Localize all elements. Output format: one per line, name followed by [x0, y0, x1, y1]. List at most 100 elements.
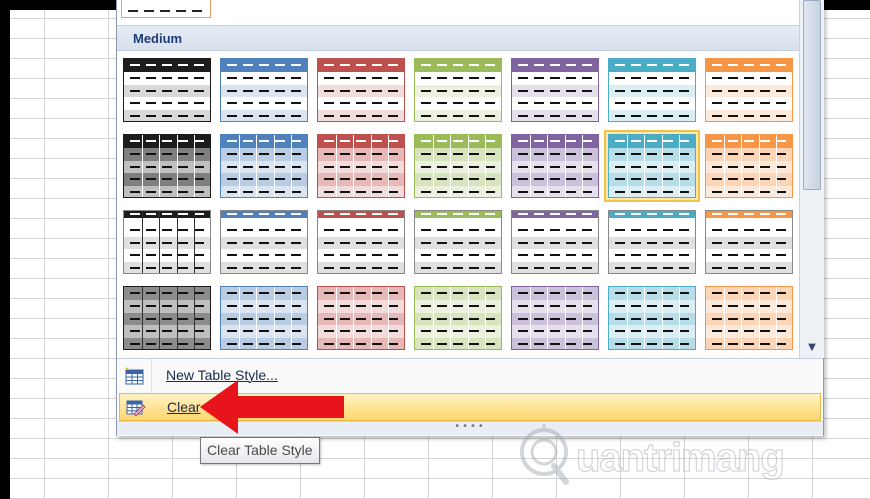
- table-style-green-3[interactable]: [414, 210, 502, 274]
- table-style-green-4[interactable]: [414, 286, 502, 350]
- table-style-orange-4[interactable]: [705, 286, 793, 350]
- table-style-blue-4[interactable]: [220, 286, 308, 350]
- swatch-dash: [776, 343, 786, 346]
- swatch-column-line: [159, 211, 161, 273]
- swatch-dash: [615, 228, 625, 231]
- table-style-orange-3[interactable]: [705, 210, 793, 274]
- table-style-black-2[interactable]: [123, 134, 211, 198]
- swatch-row: [512, 160, 598, 174]
- swatch-dash: [453, 267, 463, 270]
- swatch-dash: [162, 64, 172, 66]
- swatch-dash: [760, 89, 770, 92]
- swatch-dash: [130, 241, 140, 244]
- swatch-dash: [421, 152, 431, 155]
- table-style-green-2[interactable]: [414, 134, 502, 198]
- table-style-black-4[interactable]: [123, 286, 211, 350]
- scroll-thumb[interactable]: [803, 0, 821, 190]
- swatch-dash: [421, 241, 431, 244]
- swatch-column-line: [564, 287, 566, 349]
- swatch-row: [221, 84, 307, 98]
- swatch-dash: [566, 102, 576, 105]
- swatch-dash: [421, 267, 431, 270]
- swatch-dash: [259, 228, 269, 231]
- table-style-red-4[interactable]: [317, 286, 405, 350]
- swatch-dash: [485, 330, 495, 333]
- swatch-dash: [178, 343, 188, 346]
- swatch-dash: [324, 343, 334, 346]
- table-style-aqua-1[interactable]: [608, 58, 696, 122]
- scroll-down-arrow-icon[interactable]: ▼: [804, 342, 820, 354]
- swatch-dash: [534, 292, 544, 294]
- swatch-dash: [437, 304, 447, 307]
- table-style-orange-1[interactable]: [705, 58, 793, 122]
- gallery-scrollbar[interactable]: ▼: [799, 0, 824, 358]
- swatch-dash: [372, 317, 382, 320]
- table-style-purple-1[interactable]: [511, 58, 599, 122]
- table-style-purple-4[interactable]: [511, 286, 599, 350]
- swatch-row: [706, 160, 792, 174]
- swatch-dash: [582, 76, 592, 79]
- swatch-dash: [712, 330, 722, 333]
- swatch-row: [318, 147, 404, 161]
- swatch-dash: [550, 115, 560, 118]
- swatch-dash: [194, 343, 204, 346]
- table-style-purple-3[interactable]: [511, 210, 599, 274]
- swatch-dash: [582, 152, 592, 155]
- swatch-column-line: [723, 287, 725, 349]
- swatch-dash: [227, 343, 237, 346]
- swatch-dash: [421, 304, 431, 307]
- table-style-black-1[interactable]: [123, 58, 211, 122]
- swatch-column-line: [432, 135, 434, 197]
- swatch-dash: [485, 102, 495, 105]
- swatch-dash: [388, 330, 398, 333]
- swatch-dash: [679, 317, 689, 320]
- table-style-black-3[interactable]: [123, 210, 211, 274]
- swatch-dash: [744, 76, 754, 79]
- table-style-orange-2[interactable]: [705, 134, 793, 198]
- table-style-blue-2[interactable]: [220, 134, 308, 198]
- table-style-red-2[interactable]: [317, 134, 405, 198]
- swatch-row: [609, 186, 695, 197]
- table-style-red-3[interactable]: [317, 210, 405, 274]
- swatch-dash: [679, 254, 689, 257]
- swatch-dash: [776, 140, 786, 142]
- swatch-dash: [534, 152, 544, 155]
- swatch-dash: [162, 330, 172, 333]
- swatch-dash: [356, 140, 366, 142]
- swatch-dash: [582, 228, 592, 231]
- swatch-dash: [760, 228, 770, 231]
- swatch-dash: [340, 165, 350, 168]
- swatch-dash: [550, 213, 560, 215]
- swatch-dash: [275, 76, 285, 79]
- table-style-blue-1[interactable]: [220, 58, 308, 122]
- swatch-dash: [243, 292, 253, 294]
- swatch-dash: [178, 228, 188, 231]
- swatch-dash: [728, 254, 738, 257]
- swatch-dash: [647, 317, 657, 320]
- swatch-dash: [259, 304, 269, 307]
- table-style-purple-2[interactable]: [511, 134, 599, 198]
- table-style-blue-3[interactable]: [220, 210, 308, 274]
- swatch-dash: [566, 267, 576, 270]
- clear-table-style-tooltip: Clear Table Style: [200, 437, 320, 464]
- swatch-dash: [340, 228, 350, 231]
- table-style-aqua-4[interactable]: [608, 286, 696, 350]
- swatch-dash: [760, 241, 770, 244]
- swatch-dash: [534, 304, 544, 307]
- table-style-red-1[interactable]: [317, 58, 405, 122]
- swatch-dash: [437, 152, 447, 155]
- swatch-dash: [259, 267, 269, 270]
- swatch-column-line: [679, 135, 681, 197]
- table-style-green-1[interactable]: [414, 58, 502, 122]
- swatch-row: [706, 287, 792, 300]
- swatch-dash: [518, 178, 528, 181]
- table-style-aqua-3[interactable]: [608, 210, 696, 274]
- swatch-dash: [776, 152, 786, 155]
- swatch-dash: [146, 241, 156, 244]
- swatch-dash: [760, 165, 770, 168]
- swatch-row: [124, 236, 210, 250]
- swatch-dash: [631, 76, 641, 79]
- swatch-dash: [146, 292, 156, 294]
- table-style-aqua-2[interactable]: [604, 130, 700, 202]
- partial-swatch-light[interactable]: [121, 0, 211, 18]
